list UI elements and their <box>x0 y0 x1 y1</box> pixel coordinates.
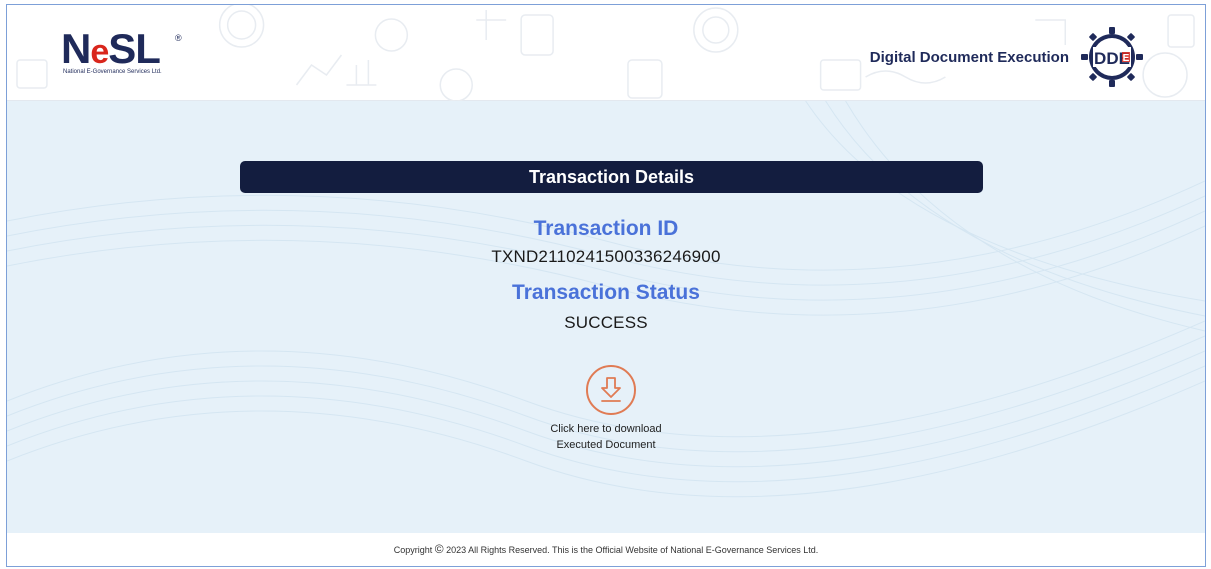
header-title: Digital Document Execution <box>869 49 1069 66</box>
page-frame: NeSL ® National E-Governance Services Lt… <box>6 4 1206 567</box>
footer-copyright-label: Copyright <box>393 545 433 555</box>
dde-gear-logo[interactable]: DDE E <box>1079 25 1145 89</box>
copyright-icon: © <box>434 542 444 556</box>
transaction-id-label: Transaction ID <box>533 217 679 240</box>
download-caption-line2[interactable]: Executed Document <box>7 437 1205 453</box>
footer: Copyright © 2023 All Rights Reserved. Th… <box>7 533 1205 566</box>
download-button[interactable] <box>586 365 636 415</box>
download-caption-line1[interactable]: Click here to download <box>7 421 1205 437</box>
registered-mark: ® <box>175 33 182 43</box>
download-arrow-icon <box>601 377 621 402</box>
dde-logo-accent: E <box>1123 53 1130 64</box>
transaction-details-heading: Transaction Details <box>240 161 983 193</box>
logo-subtitle: National E-Governance Services Ltd. <box>63 69 162 75</box>
transaction-status-value: SUCCESS <box>564 313 648 332</box>
logo-word: NeSL <box>61 25 161 72</box>
transaction-id-value: TXND2110241500336246900 <box>491 247 721 266</box>
transaction-status-label: Transaction Status <box>512 281 700 304</box>
main-content: Transaction Details Transaction ID TXND2… <box>7 101 1205 533</box>
footer-copyright-text: 2023 All Rights Reserved. This is the Of… <box>446 545 819 555</box>
nesl-logo[interactable]: NeSL ® National E-Governance Services Lt… <box>61 25 191 79</box>
header: NeSL ® National E-Governance Services Lt… <box>7 5 1205 101</box>
